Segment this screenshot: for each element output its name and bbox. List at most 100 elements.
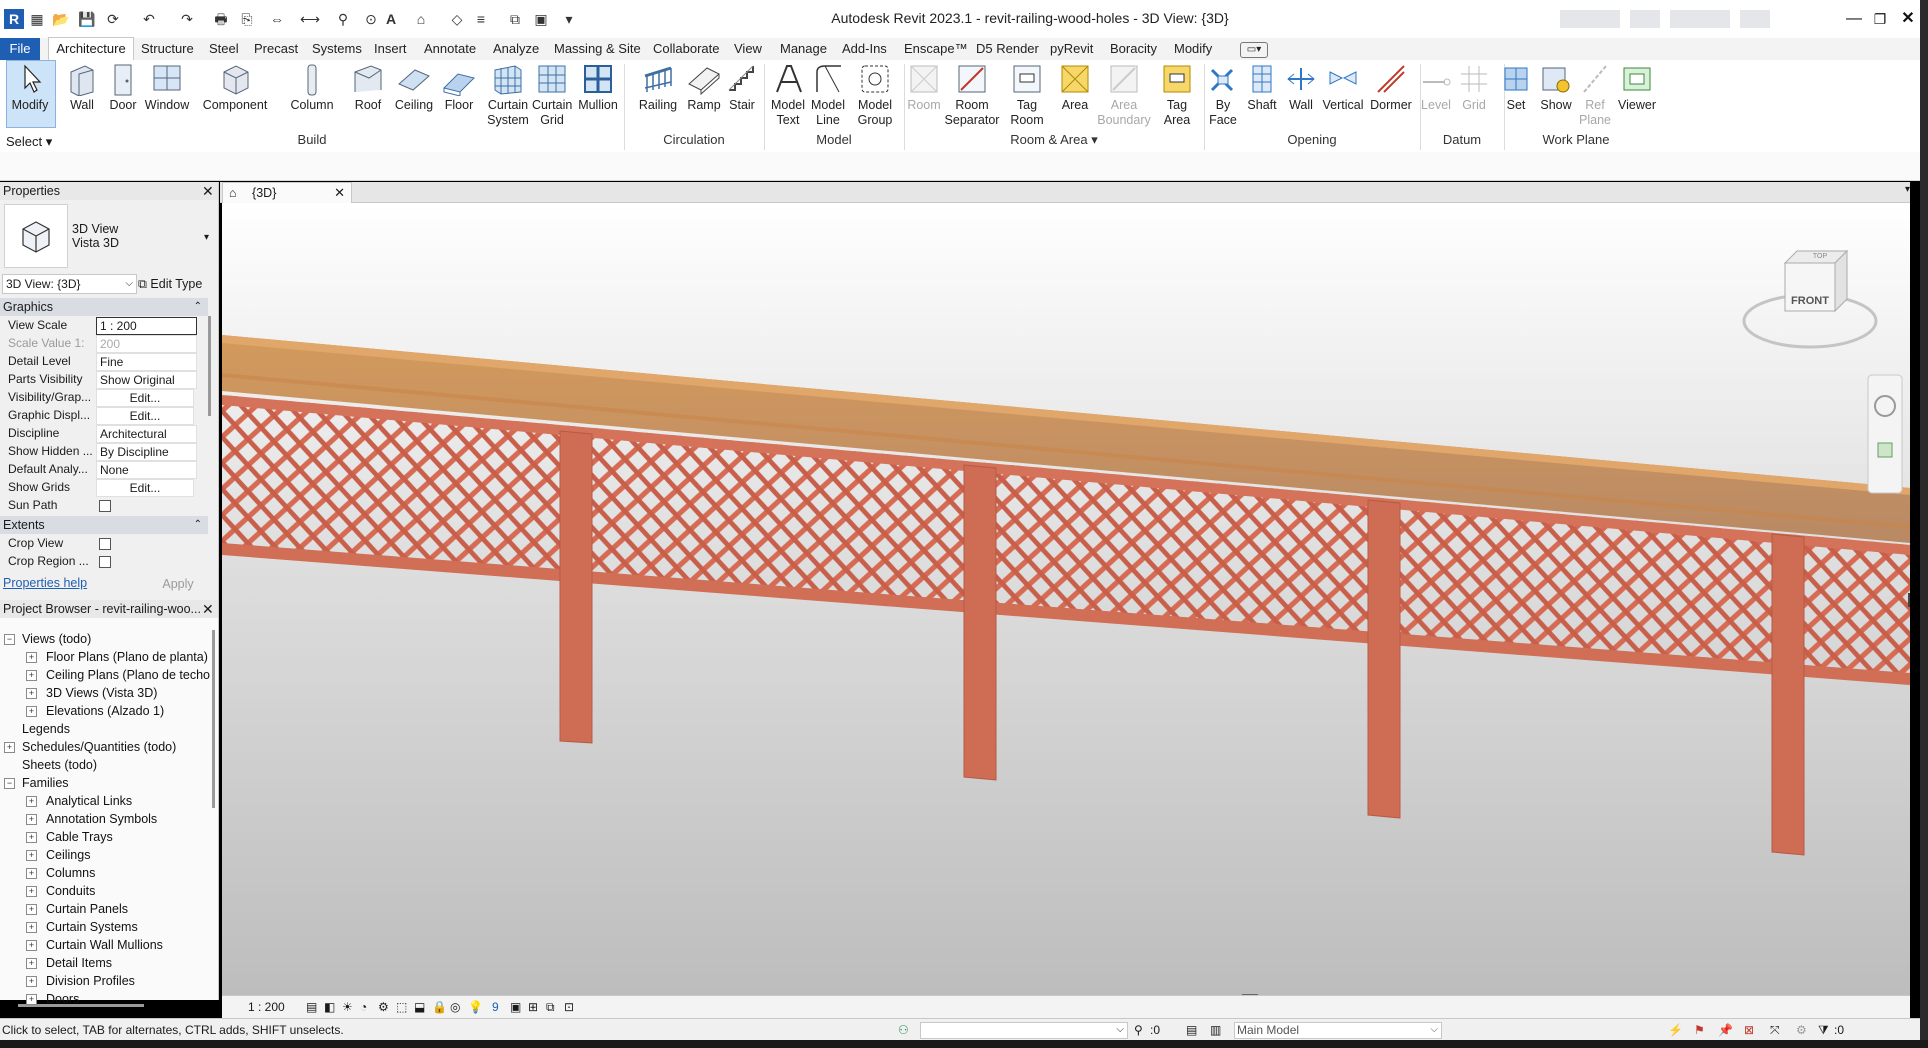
ramp-button[interactable]: Ramp [684, 62, 724, 113]
panel-room-area-label[interactable]: Room & Area ▾ [904, 132, 1204, 148]
tab-view[interactable]: View [734, 38, 762, 60]
select-underlay-icon[interactable]: ⚑ [1694, 1019, 1705, 1041]
text-icon[interactable]: A [382, 10, 400, 28]
wall-button[interactable]: Wall [62, 62, 102, 113]
crop-view-icon[interactable]: ⬚ [396, 996, 407, 1018]
set-button[interactable]: Set [1498, 62, 1534, 113]
room-button[interactable]: Room [904, 62, 944, 113]
section-icon[interactable]: ◇ [448, 10, 466, 28]
tab-add-ins[interactable]: Add-Ins [842, 38, 887, 60]
show-hidden-select[interactable]: By Discipline [96, 443, 197, 461]
expand-toggle-icon[interactable]: + [26, 976, 37, 987]
expand-toggle-icon[interactable]: + [26, 796, 37, 807]
viewer-button[interactable]: Viewer [1614, 62, 1660, 113]
tree-node[interactable]: Curtain Panels [46, 900, 128, 918]
door-button[interactable]: Door [104, 62, 142, 113]
area-boundary-button[interactable]: Area Boundary [1096, 62, 1152, 128]
3d-viewport[interactable]: FRONT TOP [222, 203, 1910, 995]
select-by-face-icon[interactable]: ⊠ [1744, 1019, 1754, 1041]
tree-node[interactable]: Schedules/Quantities (todo) [22, 738, 176, 756]
tab-massing-site[interactable]: Massing & Site [554, 38, 641, 60]
sun-path-icon[interactable]: ☀ [342, 996, 353, 1018]
tab-boracity[interactable]: Boracity [1110, 38, 1157, 60]
component-button[interactable]: Component [200, 62, 270, 113]
tab-manage[interactable]: Manage [780, 38, 827, 60]
tag-icon[interactable]: ⚲ [334, 10, 352, 28]
view-scale-button[interactable]: 1 : 200 [248, 996, 285, 1018]
tree-node[interactable]: Conduits [46, 882, 95, 900]
expand-toggle-icon[interactable]: + [26, 850, 37, 861]
tree-node[interactable]: Curtain Wall Mullions [46, 936, 163, 954]
expand-toggle-icon[interactable]: + [26, 922, 37, 933]
crop-view-checkbox[interactable] [99, 538, 111, 550]
tab-3d-view[interactable]: ⌂ {3D} ✕ [222, 182, 352, 203]
tab-steel[interactable]: Steel [209, 38, 239, 60]
show-button[interactable]: Show [1536, 62, 1576, 113]
undo-icon[interactable]: ↶ [140, 10, 158, 28]
background-processes-icon[interactable]: ⚙ [1796, 1019, 1807, 1041]
shadows-icon[interactable]: ◔ [360, 996, 367, 1018]
close-inactive-icon[interactable]: ⧉ [506, 10, 524, 28]
model-line-button[interactable]: Model Line [808, 62, 848, 128]
type-dropdown-icon[interactable]: ▾ [204, 232, 209, 243]
measure-icon[interactable]: ⇔ [268, 10, 286, 28]
tree-node[interactable]: Elevations (Alzado 1) [46, 702, 164, 720]
expand-toggle-icon[interactable]: + [26, 688, 37, 699]
view-tabs-dropdown-icon[interactable]: ▾ [1905, 184, 1910, 195]
expand-toggle-icon[interactable]: + [26, 652, 37, 663]
expand-toggle-icon[interactable]: + [26, 814, 37, 825]
model-text-button[interactable]: Model Text [768, 62, 808, 128]
view-splitter[interactable] [1242, 994, 1258, 995]
tag-area-button[interactable]: Tag Area [1156, 62, 1198, 128]
tree-node[interactable]: Cable Trays [46, 828, 113, 846]
tab-architecture[interactable]: Architecture [48, 37, 134, 61]
expand-toggle-icon[interactable]: + [26, 706, 37, 717]
tab-modify[interactable]: Modify [1174, 38, 1212, 60]
expand-toggle-icon[interactable]: + [26, 958, 37, 969]
default-3d-view-icon[interactable]: ⌂ [412, 10, 430, 28]
ribbon-minimize-toggle-icon[interactable]: ▭▾ [1240, 42, 1268, 58]
select-pinned-icon[interactable]: 📌 [1718, 1019, 1733, 1041]
window-button[interactable]: Window [143, 62, 191, 113]
redo-icon[interactable]: ↷ [178, 10, 196, 28]
customize-qat-icon[interactable]: ▾ [560, 10, 578, 28]
workset-select[interactable]: ⌵ [920, 1022, 1128, 1039]
shaft-button[interactable]: Shaft [1244, 62, 1280, 113]
tab-structure[interactable]: Structure [141, 38, 194, 60]
stair-button[interactable]: Stair [724, 62, 760, 113]
save-icon[interactable]: 💾 [78, 10, 96, 28]
crop-region-checkbox[interactable] [99, 556, 111, 568]
railing-button[interactable]: Railing [636, 62, 680, 113]
vertical-button[interactable]: Vertical [1320, 62, 1366, 113]
design-options-icon[interactable]: ▤ [1186, 1019, 1197, 1041]
browser-scrollbar[interactable] [212, 630, 215, 808]
lock-3d-view-icon[interactable]: 🔒 [432, 996, 447, 1018]
tab-systems[interactable]: Systems [312, 38, 362, 60]
detail-level-select[interactable]: Fine [96, 353, 197, 371]
open-icon[interactable]: 📂 [52, 10, 70, 28]
discipline-select[interactable]: Architectural [96, 425, 197, 443]
tree-node[interactable]: Ceiling Plans (Plano de techo [46, 666, 210, 684]
tree-node[interactable]: 3D Views (Vista 3D) [46, 684, 157, 702]
expand-toggle-icon[interactable]: − [4, 778, 15, 789]
default-analysis-select[interactable]: None [96, 461, 197, 479]
instance-filter-select[interactable]: 3D View: {3D} ⌵ [2, 274, 137, 294]
render-icon[interactable]: ⚙ [378, 996, 389, 1018]
worksets-icon[interactable]: ⚇ [898, 1019, 909, 1041]
reveal-constraints-icon[interactable]: ⊡ [564, 996, 574, 1018]
thin-lines-icon[interactable]: ≡ [472, 10, 490, 28]
viewcube-front-label[interactable]: FRONT [1787, 295, 1833, 307]
properties-help-link[interactable]: Properties help [3, 576, 87, 590]
type-selector[interactable]: 3D View Vista 3D [72, 222, 212, 258]
tree-node[interactable]: Sheets (todo) [22, 756, 97, 774]
panel-work-plane-label[interactable]: Work Plane [1504, 132, 1648, 147]
navigation-bar[interactable] [1867, 374, 1903, 494]
edit-type-button[interactable]: ⧉ Edit Type [138, 274, 214, 294]
switch-windows-icon[interactable]: ▣ [532, 10, 550, 28]
drag-on-selection-icon[interactable]: ⤧ [1770, 1019, 1780, 1041]
by-face-button[interactable]: By Face [1206, 62, 1240, 128]
show-grids-edit-button[interactable]: Edit... [96, 479, 194, 497]
expand-toggle-icon[interactable]: − [4, 634, 15, 645]
show-crop-icon[interactable]: ⬓ [414, 996, 425, 1018]
expand-toggle-icon[interactable]: + [26, 994, 37, 1005]
